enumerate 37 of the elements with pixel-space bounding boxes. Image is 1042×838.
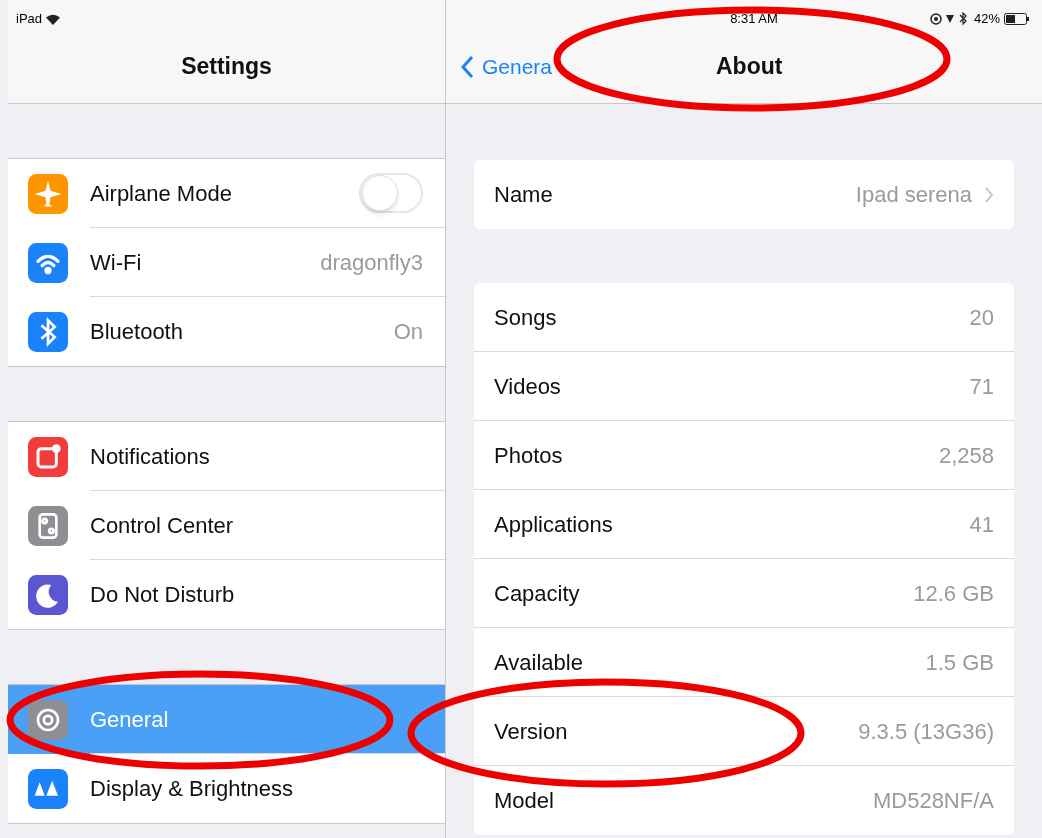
row-value: 12.6 GB <box>913 579 994 608</box>
row-label: Photos <box>494 441 564 470</box>
battery-percent: 42% <box>974 10 1000 29</box>
row-value: 71 <box>969 372 994 401</box>
row-label: General <box>90 705 170 734</box>
battery-icon <box>1004 13 1030 25</box>
row-value: 2,258 <box>938 441 994 470</box>
row-label: Display & Brightness <box>90 775 294 803</box>
row-value: 9.3.5 (13G36) <box>858 717 994 746</box>
chevron-right-icon <box>984 185 994 204</box>
row-label: Wi-Fi <box>90 248 143 277</box>
row-value: 1.5 GB <box>925 648 994 677</box>
device-name: iPad <box>16 10 43 29</box>
toggle-switch[interactable] <box>359 173 423 213</box>
sidebar-title: Settings <box>181 52 272 82</box>
status-time: 8:31 AM <box>730 10 778 29</box>
row-label: Songs <box>494 303 558 332</box>
row-value: dragonfly3 <box>320 248 423 277</box>
row-label: Available <box>494 648 584 677</box>
row-label: Model <box>494 787 555 815</box>
row-label: Name <box>494 181 554 209</box>
row-value: 41 <box>969 510 994 539</box>
row-label: Do Not Disturb <box>90 581 236 609</box>
row-label: Notifications <box>90 442 211 471</box>
row-label: Videos <box>494 372 562 401</box>
row-value: 20 <box>969 303 994 332</box>
row-value: On <box>393 318 423 346</box>
row-label: Applications <box>494 510 614 539</box>
row-value: Ipad serena <box>855 181 972 209</box>
row-label: Version <box>494 717 569 746</box>
row-label: Control Center <box>90 511 235 540</box>
row-label: Bluetooth <box>90 318 184 346</box>
page-title: About <box>716 52 783 82</box>
row-value: MD528NF/A <box>872 787 994 815</box>
chevron-left-icon <box>460 54 474 79</box>
row-label: Capacity <box>494 579 581 608</box>
row-label: Airplane Mode <box>90 179 233 208</box>
